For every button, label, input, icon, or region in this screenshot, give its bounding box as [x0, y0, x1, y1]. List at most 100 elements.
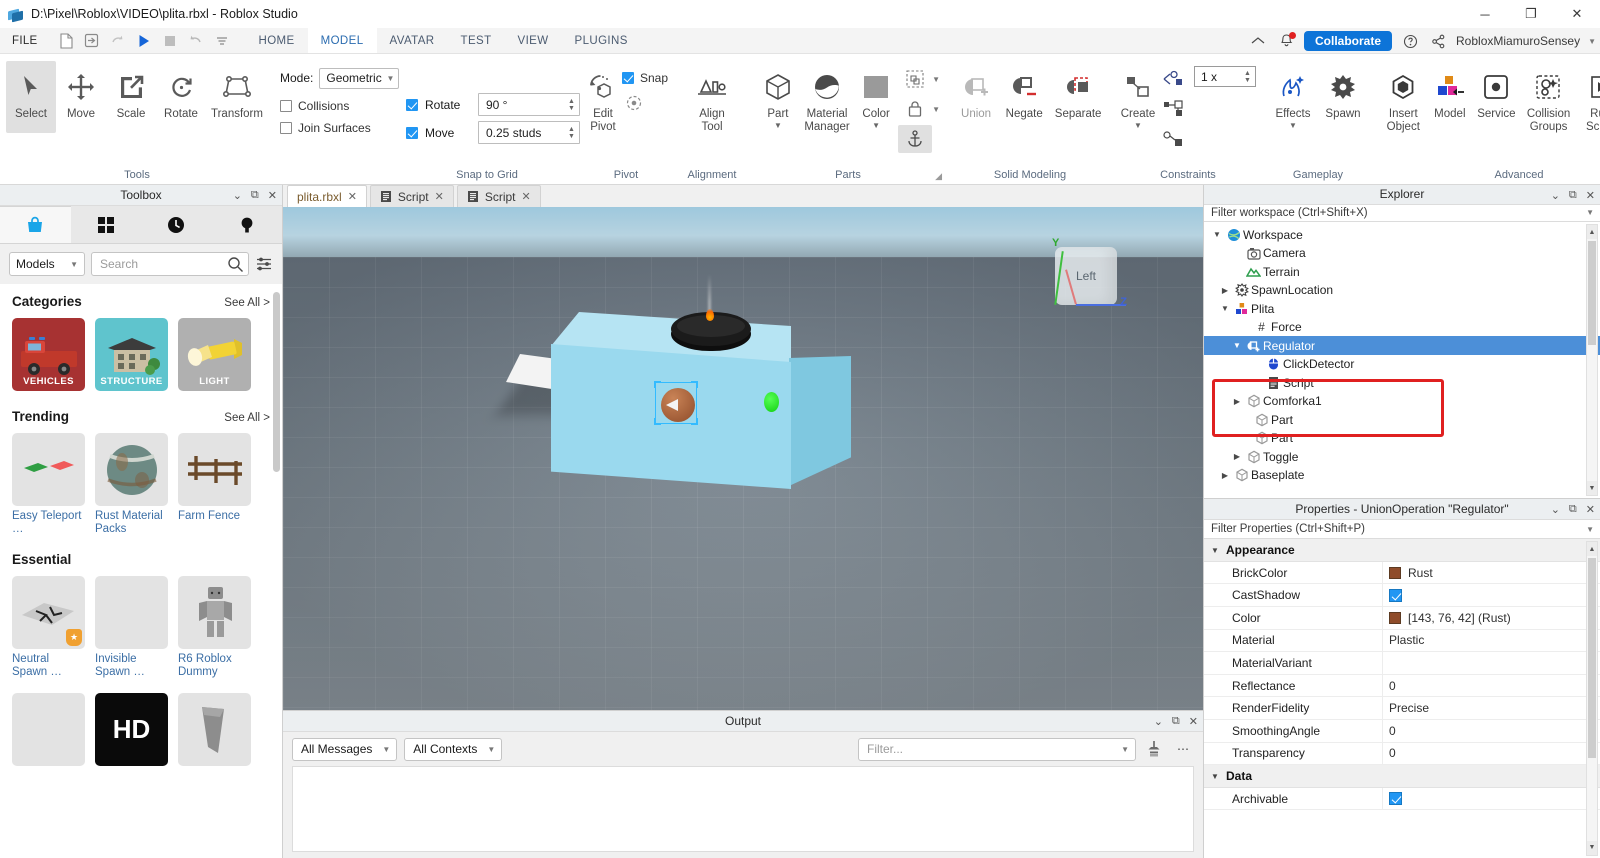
scroll-up-icon[interactable]: ▲	[1587, 542, 1597, 557]
view-cube-face[interactable]: Left	[1055, 247, 1117, 305]
chevron-down-icon[interactable]: ▼	[1586, 208, 1594, 217]
explorer-popout-icon[interactable]: ⧉	[1569, 189, 1577, 202]
scroll-down-icon[interactable]: ▼	[1587, 481, 1597, 496]
extra-card-0[interactable]	[12, 693, 85, 766]
tab-view[interactable]: VIEW	[505, 28, 562, 53]
explorer-close-icon[interactable]: ✕	[1586, 189, 1595, 202]
maximize-button[interactable]: ❐	[1508, 0, 1554, 28]
snap-rotate-input[interactable]: 90 ° ▲ ▼	[478, 93, 580, 116]
join-surfaces-checkbox-row[interactable]: Join Surfaces	[280, 117, 390, 139]
properties-collapse-icon[interactable]: ⌄	[1551, 503, 1560, 516]
separate-button[interactable]: Separate	[1048, 61, 1108, 133]
toggle-indicator-part[interactable]	[764, 392, 779, 412]
properties-popout-icon[interactable]: ⧉	[1569, 503, 1577, 516]
search-icon[interactable]	[227, 256, 244, 273]
output-log[interactable]	[292, 766, 1194, 852]
run-script-button[interactable]: RunScript	[1577, 61, 1600, 134]
property-row-color[interactable]: Color [143, 76, 42] (Rust)	[1204, 607, 1600, 630]
extra-card-2[interactable]	[178, 693, 251, 766]
tree-node-part-2[interactable]: Part	[1204, 429, 1600, 448]
toolbox-tab-recent[interactable]	[141, 206, 212, 243]
toolbox-popout-icon[interactable]: ⧉	[251, 189, 259, 202]
property-value-cell[interactable]	[1382, 787, 1600, 810]
property-row-smoothingangle[interactable]: SmoothingAngle 0	[1204, 720, 1600, 743]
property-value-cell[interactable]: [143, 76, 42] (Rust)	[1382, 607, 1600, 629]
property-row-material[interactable]: Material Plastic	[1204, 629, 1600, 653]
tree-node-terrain[interactable]: Terrain	[1204, 262, 1600, 281]
model-button[interactable]: Model	[1427, 61, 1474, 133]
castshadow-checkbox[interactable]	[1389, 588, 1402, 602]
trending-card-2[interactable]: Farm Fence	[178, 433, 251, 536]
constraint-scale-input[interactable]: 1 x ▲ ▼	[1194, 66, 1256, 87]
tree-node-script[interactable]: Script	[1204, 373, 1600, 392]
property-value-cell[interactable]: Rust	[1382, 561, 1600, 584]
properties-list[interactable]: ▼ Appearance BrickColor Rust CastShadow	[1204, 539, 1600, 858]
tree-node-clickdetector[interactable]: ClickDetector	[1204, 355, 1600, 374]
insert-object-button[interactable]: Insert Object	[1380, 61, 1427, 134]
tab-model[interactable]: MODEL	[307, 28, 377, 53]
group-chevron-down-icon[interactable]: ▼	[932, 75, 940, 84]
help-icon[interactable]	[1400, 31, 1420, 51]
spawn-button[interactable]: Spawn	[1318, 61, 1368, 133]
tree-node-camera[interactable]: Camera	[1204, 244, 1600, 263]
account-chevron-down-icon[interactable]: ▼	[1588, 37, 1596, 46]
tool-rotate-button[interactable]: Rotate	[156, 61, 206, 133]
more-options-icon[interactable]: ⋯	[1172, 738, 1194, 760]
output-filter-input[interactable]: Filter... ▼	[858, 737, 1136, 761]
create-constraint-button[interactable]: Create ▼	[1120, 61, 1156, 133]
doc-tab-plita[interactable]: plita.rbxl ✕	[287, 185, 367, 207]
snap-move-input[interactable]: 0.25 studs ▲ ▼	[478, 121, 580, 144]
doc-tab-close-icon[interactable]: ✕	[348, 190, 357, 203]
tree-node-force[interactable]: # Force	[1204, 318, 1600, 337]
doc-tab-script-2[interactable]: Script ✕	[456, 185, 541, 207]
property-value-cell[interactable]	[1382, 584, 1600, 607]
color-chevron-down-icon[interactable]: ▼	[872, 122, 880, 130]
output-collapse-icon[interactable]: ⌄	[1154, 715, 1163, 728]
tool-move-button[interactable]: Move	[56, 61, 106, 133]
parts-dialog-launcher[interactable]: ◢	[935, 171, 942, 182]
customize-toolbar-icon[interactable]	[210, 30, 234, 52]
property-value-cell[interactable]: Plastic	[1382, 629, 1600, 652]
effects-button[interactable]: Effects ▼	[1268, 61, 1318, 133]
tree-node-spawnlocation[interactable]: ▶ SpawnLocation	[1204, 281, 1600, 300]
collision-groups-button[interactable]: Collision Groups	[1520, 61, 1578, 134]
twisty-icon[interactable]: ▼	[1210, 230, 1224, 239]
twisty-icon[interactable]: ▼	[1230, 341, 1244, 350]
property-row-transparency[interactable]: Transparency 0	[1204, 742, 1600, 766]
minimize-button[interactable]: ─	[1462, 0, 1508, 28]
doc-tab-close-icon[interactable]: ✕	[435, 190, 444, 203]
tab-test[interactable]: TEST	[448, 28, 505, 53]
search-input[interactable]	[100, 257, 227, 271]
stop-icon[interactable]	[158, 30, 182, 52]
properties-category-appearance[interactable]: ▼ Appearance	[1204, 539, 1600, 562]
message-filter-dropdown[interactable]: All Messages ▼	[292, 737, 398, 761]
property-row-castshadow[interactable]: CastShadow	[1204, 584, 1600, 608]
twisty-icon[interactable]: ▼	[1218, 304, 1232, 313]
property-value-cell[interactable]: Precise	[1382, 697, 1600, 720]
trending-card-0[interactable]: Easy Teleport …	[12, 433, 85, 536]
tree-node-comforka1[interactable]: ▶ Comforka1	[1204, 392, 1600, 411]
property-row-archivable[interactable]: Archivable	[1204, 787, 1600, 811]
tree-node-baseplate[interactable]: ▶ Baseplate	[1204, 466, 1600, 485]
properties-category-data[interactable]: ▼ Data	[1204, 765, 1600, 788]
clear-output-icon[interactable]	[1143, 738, 1165, 760]
undo-icon[interactable]	[184, 30, 208, 52]
share-icon[interactable]	[1428, 31, 1448, 51]
notifications-bell-icon[interactable]	[1276, 31, 1296, 51]
tree-node-part-1[interactable]: Part	[1204, 410, 1600, 429]
essential-card-2[interactable]: R6 Roblox Dummy	[178, 576, 251, 679]
property-value-cell[interactable]	[1382, 652, 1600, 674]
spinner-arrows-icon[interactable]: ▲ ▼	[566, 98, 577, 112]
tree-node-regulator[interactable]: ▼ Regulator	[1204, 336, 1600, 355]
explorer-collapse-icon[interactable]: ⌄	[1551, 189, 1560, 202]
toolbox-scrollbar-thumb[interactable]	[273, 292, 280, 472]
twisty-icon[interactable]: ▼	[1204, 546, 1226, 555]
spinner-arrows-icon[interactable]: ▲ ▼	[566, 126, 577, 140]
properties-scroll-thumb[interactable]	[1588, 558, 1596, 759]
open-file-icon[interactable]	[80, 30, 104, 52]
group-icon[interactable]	[898, 65, 932, 93]
tab-home[interactable]: HOME	[246, 28, 308, 53]
tool-transform-button[interactable]: Transform	[206, 61, 268, 133]
toolbox-close-icon[interactable]: ✕	[268, 189, 277, 202]
file-menu[interactable]: FILE	[0, 28, 50, 53]
